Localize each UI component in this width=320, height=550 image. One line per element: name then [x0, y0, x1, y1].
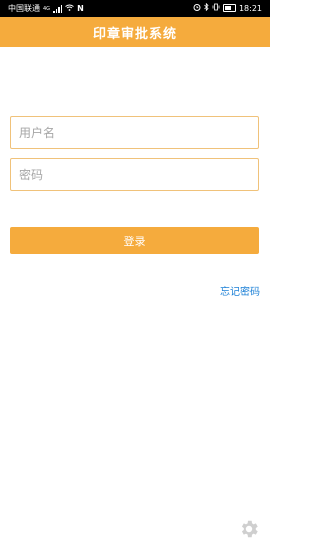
- status-bar: 中国联通 4G N 18:21: [0, 0, 270, 17]
- login-button[interactable]: 登录: [10, 227, 259, 254]
- network-type: 4G: [43, 5, 51, 12]
- username-input[interactable]: [11, 125, 258, 140]
- page-title: 印章审批系统: [92, 26, 177, 42]
- username-field[interactable]: [10, 116, 259, 149]
- alarm-icon: [193, 3, 201, 13]
- password-field[interactable]: [10, 158, 259, 191]
- carrier-label: 中国联通: [8, 4, 40, 13]
- app-header: 印章审批系统: [0, 17, 270, 47]
- signal-icon: [53, 4, 63, 13]
- battery-icon: [222, 4, 236, 12]
- nfc-label: N: [77, 4, 84, 13]
- bluetooth-icon: [204, 2, 209, 13]
- vibrate-icon: [212, 3, 220, 13]
- wifi-icon: [65, 4, 74, 13]
- clock-time: 18:21: [238, 3, 262, 13]
- forgot-password-link[interactable]: 忘记密码: [220, 283, 260, 298]
- password-input[interactable]: [11, 167, 258, 182]
- gear-icon[interactable]: [238, 518, 260, 540]
